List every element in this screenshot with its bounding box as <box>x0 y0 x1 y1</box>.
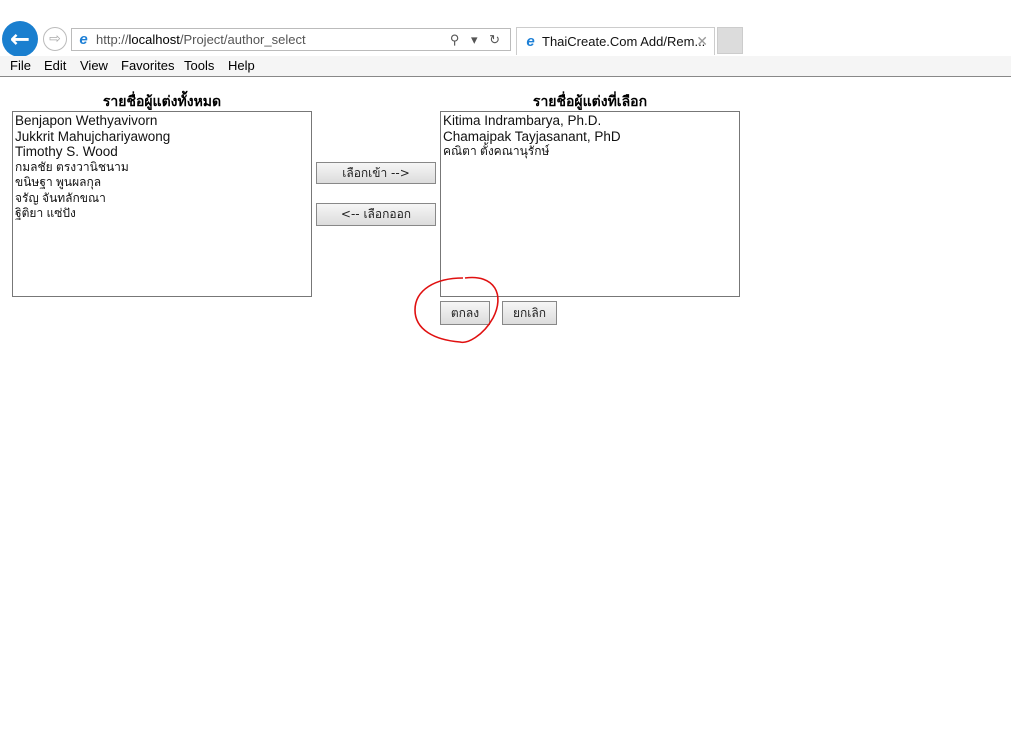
search-refresh-icons[interactable]: ⚲ ▾ ↻ <box>450 29 504 50</box>
forward-button[interactable]: ⇨ <box>43 27 67 51</box>
close-tab-icon[interactable]: ✕ <box>696 28 708 55</box>
url-host: localhost <box>128 32 180 47</box>
address-bar[interactable]: e http://localhost/Project/author_select… <box>71 28 511 51</box>
selected-authors-title: รายชื่อผู้แต่งที่เลือก <box>532 94 648 110</box>
url-text: http://localhost/Project/author_select <box>96 29 306 50</box>
ie-page-icon: e <box>79 31 88 48</box>
list-item[interactable]: Chamaipak Tayjasanant, PhD <box>443 129 737 145</box>
browser-tab[interactable]: e ThaiCreate.Com Add/Rem... ✕ <box>516 27 715 55</box>
remove-author-button[interactable]: <-- เลือกออก <box>316 203 436 226</box>
menu-favorites[interactable]: Favorites <box>121 58 174 73</box>
url-path: /Project/author_select <box>179 32 306 47</box>
list-item[interactable]: Benjapon Wethyavivorn <box>15 113 309 129</box>
list-item[interactable]: Timothy S. Wood <box>15 144 309 160</box>
new-tab-button[interactable] <box>717 27 743 54</box>
all-authors-title: รายชื่อผู้แต่งทั้งหมด <box>102 94 222 110</box>
list-item[interactable]: Jukkrit Mahujchariyawong <box>15 129 309 145</box>
back-button[interactable]: ← <box>2 21 38 57</box>
menu-bar: File Edit View Favorites Tools Help <box>0 56 1011 77</box>
ie-tab-icon: e <box>526 33 535 50</box>
menu-view[interactable]: View <box>80 58 108 73</box>
menu-edit[interactable]: Edit <box>44 58 66 73</box>
list-item[interactable]: ขนิษฐา พูนผลกุล <box>15 175 309 191</box>
red-circle-annotation <box>414 276 499 344</box>
tab-title: ThaiCreate.Com Add/Rem... <box>542 34 706 49</box>
url-prefix: http:// <box>96 32 129 47</box>
list-item[interactable]: กมลชัย ตรงวานิชนาม <box>15 160 309 176</box>
all-authors-listbox[interactable]: Benjapon Wethyavivorn Jukkrit Mahujchari… <box>12 111 312 297</box>
menu-tools[interactable]: Tools <box>184 58 214 73</box>
annotation-stroke <box>414 276 499 344</box>
list-item[interactable]: คณิตา ตั้งคณานุรักษ์ <box>443 144 737 160</box>
menu-file[interactable]: File <box>10 58 31 73</box>
add-author-button[interactable]: เลือกเข้า --> <box>316 162 436 184</box>
list-item[interactable]: ฐิติยา แซ่ปัง <box>15 206 309 222</box>
list-item[interactable]: จรัญ จันทลักขณา <box>15 191 309 207</box>
list-item[interactable]: Kitima Indrambarya, Ph.D. <box>443 113 737 129</box>
cancel-button[interactable]: ยกเลิก <box>502 301 557 325</box>
menu-help[interactable]: Help <box>228 58 255 73</box>
